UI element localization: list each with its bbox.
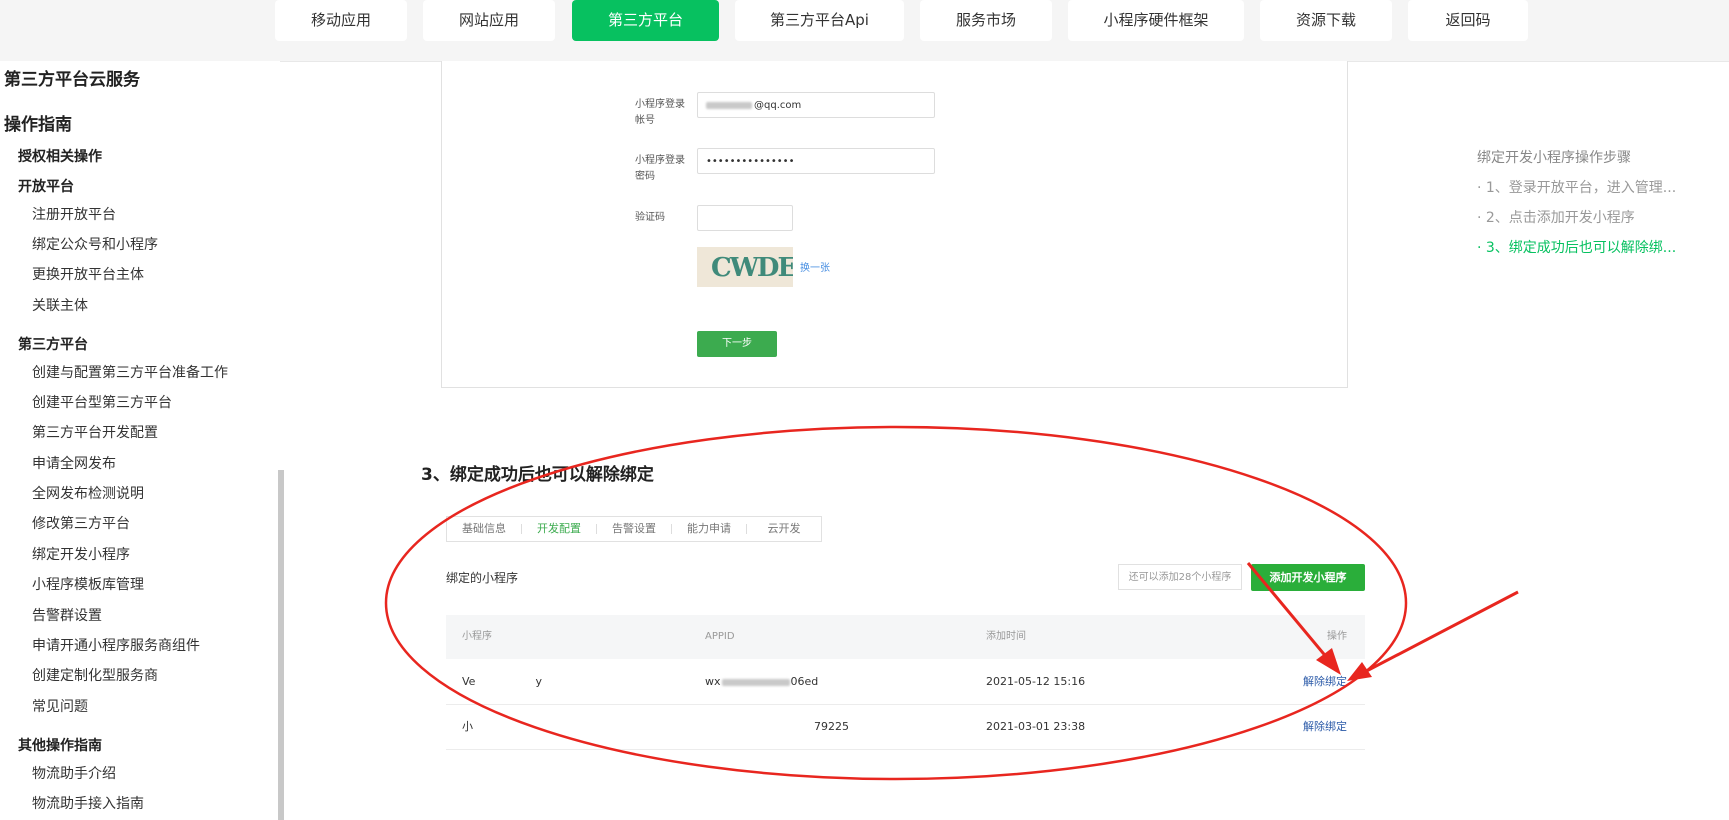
tab-cloud-dev[interactable]: 云开发 (747, 517, 821, 541)
tab-dev-config[interactable]: 开发配置 (522, 517, 596, 541)
redacted-name (478, 678, 533, 686)
top-nav: 移动应用 网站应用 第三方平台 第三方平台Api 服务市场 小程序硬件框架 资源… (0, 0, 1729, 62)
nav-third-party-api[interactable]: 第三方平台Api (735, 0, 904, 41)
sidebar-item-bind-account[interactable]: 绑定公众号和小程序 (32, 234, 158, 254)
arrow-right (1347, 590, 1519, 681)
tab-alert-settings[interactable]: 告警设置 (597, 517, 671, 541)
sidebar: 第三方平台云服务 操作指南 授权相关操作 开放平台 注册开放平台 绑定公众号和小… (0, 61, 280, 820)
sidebar-item-faq[interactable]: 常见问题 (32, 696, 88, 716)
redacted-appid (721, 678, 790, 686)
appid-visible-end: 06ed (790, 675, 819, 688)
password-input[interactable]: ••••••••••••••• (697, 148, 935, 174)
sidebar-item-logistics-intro[interactable]: 物流助手介绍 (32, 763, 116, 783)
unbind-link[interactable]: 解除绑定 (1303, 704, 1347, 749)
toc-item-3[interactable]: · 3、绑定成功后也可以解除绑... (1477, 237, 1676, 257)
sidebar-item-related-subject[interactable]: 关联主体 (32, 295, 88, 315)
cell-miniprogram-name: Ve y (462, 659, 542, 704)
toc-item-1[interactable]: · 1、登录开放平台，进入管理... (1477, 177, 1676, 197)
captcha-image: CWDE (697, 247, 793, 287)
nav-service-market[interactable]: 服务市场 (920, 0, 1052, 41)
next-step-button[interactable]: 下一步 (697, 331, 777, 357)
nav-mobile-app[interactable]: 移动应用 (275, 0, 407, 41)
sidebar-item-release-check[interactable]: 全网发布检测说明 (32, 483, 144, 503)
sidebar-cloud-title[interactable]: 第三方平台云服务 (4, 65, 140, 90)
cell-appid: wx 06ed (705, 659, 818, 704)
sidebar-auth-ops[interactable]: 授权相关操作 (18, 146, 102, 166)
nav-website-app[interactable]: 网站应用 (423, 0, 555, 41)
tab-capability-apply[interactable]: 能力申请 (672, 517, 746, 541)
sidebar-item-modify-platform[interactable]: 修改第三方平台 (32, 513, 130, 533)
captcha-text: CWDE (711, 253, 793, 283)
sidebar-third-party-title[interactable]: 第三方平台 (18, 334, 88, 354)
cell-appid: 79225 (705, 704, 849, 749)
name-visible-end: y (535, 675, 542, 688)
tab-basic-info[interactable]: 基础信息 (447, 517, 521, 541)
col-added-time: 添加时间 (986, 631, 1026, 642)
captcha-label: 验证码 (635, 212, 665, 223)
sidebar-scrollbar[interactable] (278, 470, 284, 820)
nav-third-party-platform[interactable]: 第三方平台 (572, 0, 719, 41)
table-header: 小程序 APPID 添加时间 操作 (446, 615, 1365, 659)
sidebar-other-title[interactable]: 其他操作指南 (18, 735, 102, 755)
nav-resource-download[interactable]: 资源下载 (1260, 0, 1392, 41)
account-label: 小程序登录帐号 (635, 99, 685, 126)
sidebar-item-prep[interactable]: 创建与配置第三方平台准备工作 (32, 362, 228, 382)
sidebar-item-dev-config[interactable]: 第三方平台开发配置 (32, 422, 158, 442)
table-row: Ve y wx 06ed 2021-05-12 15:16 解除绑定 (446, 659, 1365, 705)
sidebar-item-apply-release[interactable]: 申请全网发布 (32, 453, 116, 473)
captcha-input[interactable] (697, 205, 793, 231)
toc-item-2[interactable]: · 2、点击添加开发小程序 (1477, 207, 1635, 227)
table-row: 小 79225 2021-03-01 23:38 解除绑定 (446, 704, 1365, 750)
cell-added-time: 2021-03-01 23:38 (986, 720, 1086, 733)
toc-title: 绑定开发小程序操作步骤 (1477, 150, 1631, 166)
nav-hardware-framework[interactable]: 小程序硬件框架 (1068, 0, 1244, 41)
sidebar-item-bind-dev-miniprogram[interactable]: 绑定开发小程序 (32, 544, 130, 564)
password-label: 小程序登录密码 (635, 155, 685, 182)
col-action: 操作 (1327, 631, 1347, 642)
col-miniprogram: 小程序 (462, 631, 492, 642)
sidebar-item-register[interactable]: 注册开放平台 (32, 204, 116, 224)
refresh-captcha-link[interactable]: 换一张 (800, 259, 830, 274)
sidebar-item-template-library[interactable]: 小程序模板库管理 (32, 574, 144, 594)
sidebar-guide-title[interactable]: 操作指南 (4, 110, 72, 135)
account-input[interactable]: @qq.com (697, 92, 935, 118)
account-value: @qq.com (754, 100, 802, 111)
sidebar-item-service-component[interactable]: 申请开通小程序服务商组件 (32, 635, 200, 655)
sidebar-item-create-platform[interactable]: 创建平台型第三方平台 (32, 392, 172, 412)
col-appid: APPID (705, 631, 735, 642)
appid-visible-start: wx (705, 675, 721, 688)
name-visible-start: Ve (462, 675, 476, 688)
redacted-appid (705, 723, 805, 731)
cell-added-time: 2021-05-12 15:16 (986, 675, 1086, 688)
login-form-panel: 小程序登录帐号 @qq.com 小程序登录密码 ••••••••••••••• … (441, 61, 1348, 388)
appid-visible-end: 79225 (814, 720, 849, 733)
sidebar-open-platform-title[interactable]: 开放平台 (18, 176, 74, 196)
sidebar-item-logistics-guide[interactable]: 物流助手接入指南 (32, 793, 144, 813)
add-dev-miniprogram-button[interactable]: 添加开发小程序 (1251, 564, 1365, 591)
sidebar-item-custom-provider[interactable]: 创建定制化型服务商 (32, 665, 158, 685)
settings-tabs: 基础信息 开发配置 告警设置 能力申请 云开发 (446, 516, 822, 542)
section-title: 3、绑定成功后也可以解除绑定 (421, 465, 654, 485)
unbind-link[interactable]: 解除绑定 (1303, 659, 1347, 704)
cell-miniprogram-name: 小 (462, 704, 473, 749)
sidebar-item-alert-group[interactable]: 告警群设置 (32, 605, 102, 625)
remaining-count-field: 还可以添加28个小程序 (1118, 564, 1242, 590)
sidebar-item-change-subject[interactable]: 更换开放平台主体 (32, 264, 144, 284)
name-visible-start: 小 (462, 720, 473, 733)
nav-return-codes[interactable]: 返回码 (1408, 0, 1528, 41)
redacted-account-prefix (706, 101, 752, 109)
bound-miniprograms-label: 绑定的小程序 (446, 571, 519, 585)
